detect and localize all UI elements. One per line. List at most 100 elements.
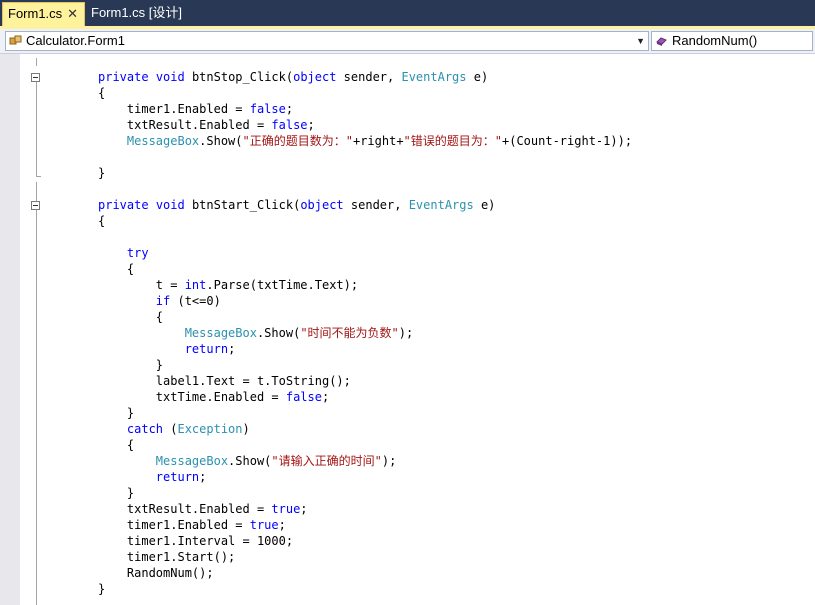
keyword-token: return	[184, 342, 229, 356]
code-line: {	[98, 213, 105, 229]
type-token: MessageBox	[184, 326, 257, 340]
close-icon[interactable]: ✕	[67, 3, 78, 25]
keyword-token: true	[249, 518, 279, 532]
code-token: }	[98, 358, 164, 372]
string-token: "时间不能为负数"	[300, 326, 399, 340]
code-token: {	[98, 86, 106, 100]
class-dropdown[interactable]: Calculator.Form1 ▼	[5, 31, 649, 51]
collapse-icon[interactable]	[31, 201, 40, 210]
code-line: timer1.Enabled = false;	[98, 101, 293, 117]
code-line: timer1.Start();	[98, 549, 235, 565]
code-editor[interactable]: private void btnStop_Click(object sender…	[0, 54, 815, 605]
type-token: MessageBox	[126, 134, 200, 148]
outline-guide	[36, 58, 37, 66]
code-token: timer1.Start();	[98, 550, 236, 564]
code-line: MessageBox.Show("请输入正确的时间");	[98, 453, 397, 469]
tab-form1-cs[interactable]: Form1.cs ✕	[2, 2, 85, 26]
code-line: }	[98, 485, 134, 501]
code-line: txtResult.Enabled = true;	[98, 501, 308, 517]
code-line: MessageBox.Show("时间不能为负数");	[98, 325, 414, 341]
collapse-icon[interactable]	[31, 73, 40, 82]
tab-form1-designer[interactable]: Form1.cs [设计]	[86, 2, 196, 26]
code-line: label1.Text = t.ToString();	[98, 373, 351, 389]
string-token: "正确的题目数为："	[242, 134, 353, 148]
code-token: )	[242, 422, 250, 436]
code-token: ;	[228, 342, 236, 356]
code-token: timer1.Interval = 1000;	[98, 534, 294, 548]
code-token: {	[98, 438, 135, 452]
code-token: e)	[473, 198, 496, 212]
code-token: timer1.Enabled =	[98, 102, 250, 116]
code-line: }	[98, 165, 105, 181]
code-token: ;	[285, 102, 294, 116]
keyword-token: object	[300, 198, 344, 212]
code-token: e)	[466, 70, 489, 84]
code-token: {	[98, 214, 106, 228]
code-token: (	[163, 422, 178, 436]
member-dropdown-value: RandomNum()	[672, 33, 758, 48]
code-line: t = int.Parse(txtTime.Text);	[98, 277, 358, 293]
code-line: RandomNum();	[98, 565, 214, 581]
code-line: }	[98, 357, 163, 373]
code-line: }	[98, 405, 134, 421]
code-token: timer1.Enabled =	[98, 518, 250, 532]
keyword-token: int	[184, 278, 207, 292]
code-token: ;	[307, 118, 315, 132]
class-icon	[9, 35, 22, 45]
code-token: RandomNum();	[98, 566, 214, 580]
code-token: (t<=0)	[170, 294, 221, 308]
navigation-bar: Calculator.Form1 ▼ RandomNum()	[0, 29, 815, 54]
code-line: return;	[98, 469, 207, 485]
code-token: );	[381, 454, 397, 468]
code-line: txtTime.Enabled = false;	[98, 389, 329, 405]
outline-guide	[36, 210, 37, 605]
code-token: ;	[300, 502, 308, 516]
keyword-token: return	[155, 470, 200, 484]
code-token: txtTime.Enabled =	[98, 390, 286, 404]
code-token: {	[98, 310, 164, 324]
code-token: .Show(	[199, 134, 243, 148]
code-token: btnStop_Click(	[184, 70, 294, 84]
keyword-token: false	[285, 390, 322, 404]
code-token: +(Count-right-1));	[502, 134, 633, 148]
class-dropdown-value: Calculator.Form1	[26, 33, 125, 48]
code-line: return;	[98, 341, 236, 357]
code-token: }	[98, 166, 106, 180]
code-line: catch (Exception)	[98, 421, 250, 437]
member-dropdown[interactable]: RandomNum()	[651, 31, 813, 51]
code-line: timer1.Enabled = true;	[98, 517, 286, 533]
code-token: }	[98, 486, 135, 500]
code-token: ;	[199, 470, 207, 484]
keyword-token: object	[293, 70, 337, 84]
chevron-down-icon[interactable]: ▼	[636, 32, 645, 50]
code-token: }	[98, 406, 135, 420]
document-tab-strip: Form1.cs ✕ Form1.cs [设计]	[0, 0, 815, 26]
code-line: {	[98, 309, 163, 325]
code-line: private void btnStart_Click(object sende…	[98, 197, 495, 213]
code-line: MessageBox.Show("正确的题目数为："+right+"错误的题目为…	[98, 133, 632, 149]
keyword-token: catch	[126, 422, 164, 436]
outline-guide	[36, 82, 37, 176]
code-line: {	[98, 437, 134, 453]
keyword-token: false	[249, 102, 286, 116]
code-token: txtResult.Enabled =	[98, 118, 272, 132]
code-token: {	[98, 262, 135, 276]
code-token: +right+	[352, 134, 404, 148]
code-token: t =	[98, 278, 185, 292]
string-token: "请输入正确的时间"	[271, 454, 382, 468]
code-token: .Show(	[228, 454, 272, 468]
code-token: sender,	[343, 198, 409, 212]
tab-label: Form1.cs [设计]	[91, 5, 183, 20]
keyword-token: void	[155, 198, 185, 212]
code-token: label1.Text = t.ToString();	[98, 374, 351, 388]
code-line: {	[98, 261, 134, 277]
tab-label: Form1.cs	[8, 6, 63, 21]
